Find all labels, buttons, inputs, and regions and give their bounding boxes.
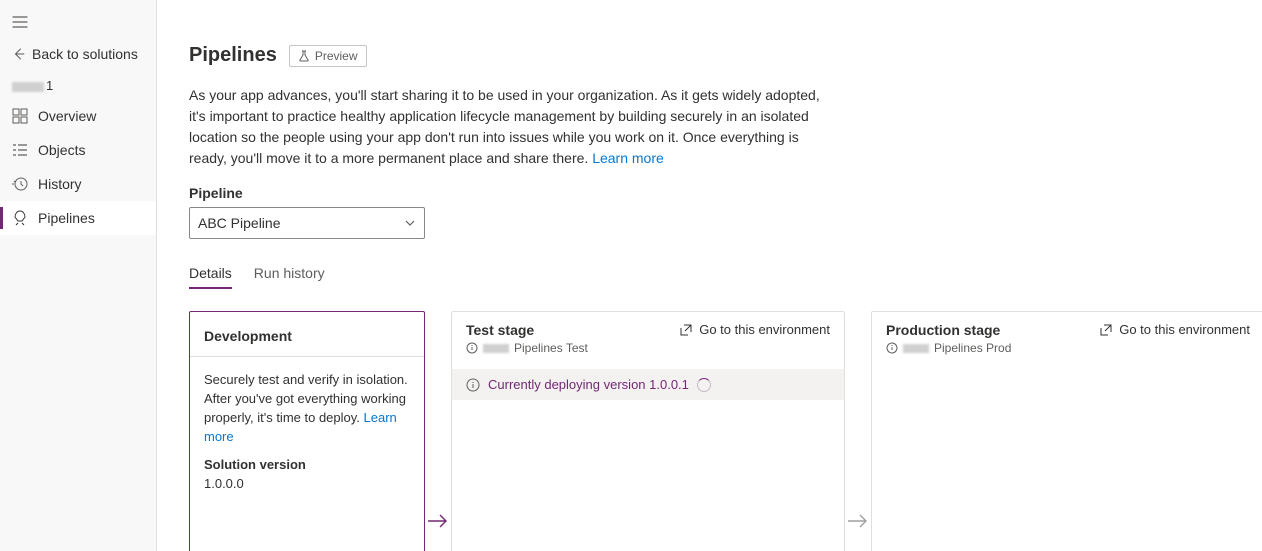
prod-env-name: Pipelines Prod [934, 341, 1011, 355]
sidebar-item-overview[interactable]: Overview [0, 99, 156, 133]
dev-body: Securely test and verify in isolation. A… [190, 357, 424, 508]
goto-label: Go to this environment [699, 322, 830, 337]
arrow-left-icon [12, 47, 26, 61]
goto-environment-link[interactable]: Go to this environment [679, 322, 830, 337]
sidebar-item-label: Overview [38, 108, 96, 124]
grid-icon [12, 108, 28, 124]
solution-suffix: 1 [46, 78, 53, 93]
pipeline-dropdown[interactable]: ABC Pipeline [189, 207, 425, 239]
sidebar-item-objects[interactable]: Objects [0, 133, 156, 167]
stage-card-production: Production stage Pipelines Prod Go to th… [871, 311, 1262, 551]
main-content: Pipelines Preview As your app advances, … [157, 0, 1262, 551]
prod-card-head: Production stage Pipelines Prod Go to th… [872, 312, 1262, 361]
rocket-icon [12, 210, 28, 226]
solution-version-label: Solution version [204, 456, 410, 475]
goto-label: Go to this environment [1119, 322, 1250, 337]
tab-run-history[interactable]: Run history [254, 265, 325, 289]
prod-title: Production stage [886, 322, 1011, 338]
open-icon [679, 323, 693, 337]
stage-card-test: Test stage Pipelines Test Go to this env… [451, 311, 845, 551]
sidebar-item-history[interactable]: History [0, 167, 156, 201]
info-icon [886, 342, 898, 354]
back-to-solutions[interactable]: Back to solutions [0, 36, 156, 72]
sidebar-item-pipelines[interactable]: Pipelines [0, 201, 156, 235]
hamburger-menu[interactable] [0, 8, 156, 36]
open-icon [1099, 323, 1113, 337]
redacted-text [483, 344, 509, 353]
prod-env-line: Pipelines Prod [886, 341, 1011, 355]
sidebar-item-label: History [38, 176, 82, 192]
chevron-down-icon [404, 217, 416, 229]
info-icon [466, 342, 478, 354]
back-label: Back to solutions [32, 46, 138, 62]
stages-row: Development Securely test and verify in … [189, 311, 1262, 551]
status-text: Currently deploying version 1.0.0.1 [488, 377, 689, 392]
info-icon [466, 378, 480, 392]
tab-details[interactable]: Details [189, 265, 232, 289]
dev-title: Development [204, 328, 410, 344]
hamburger-icon [12, 14, 28, 30]
preview-badge: Preview [289, 45, 367, 67]
test-card-head: Test stage Pipelines Test Go to this env… [452, 312, 844, 361]
sidebar-item-label: Pipelines [38, 210, 95, 226]
arrow-right-icon [426, 509, 450, 533]
pipeline-selected: ABC Pipeline [198, 215, 281, 231]
list-icon [12, 142, 28, 158]
solution-name: 1 [0, 72, 156, 99]
history-icon [12, 176, 28, 192]
stage-arrow [845, 311, 871, 551]
page-header: Pipelines Preview [189, 44, 1262, 67]
learn-more-link[interactable]: Learn more [592, 150, 664, 166]
redacted-text [903, 344, 929, 353]
spinner-icon [697, 378, 711, 392]
pipeline-field-label: Pipeline [189, 185, 1262, 201]
sidebar-item-label: Objects [38, 142, 85, 158]
arrow-right-icon [846, 509, 870, 533]
test-title: Test stage [466, 322, 588, 338]
stage-card-development: Development Securely test and verify in … [189, 311, 425, 551]
deploying-status-bar: Currently deploying version 1.0.0.1 [452, 369, 844, 400]
test-env-line: Pipelines Test [466, 341, 588, 355]
preview-label: Preview [315, 49, 358, 63]
test-env-name: Pipelines Test [514, 341, 588, 355]
page-title: Pipelines [189, 44, 277, 67]
page-description: As your app advances, you'll start shari… [189, 85, 829, 169]
solution-version-value: 1.0.0.0 [204, 475, 410, 494]
beaker-icon [298, 50, 310, 62]
tabs: Details Run history [189, 265, 1262, 289]
dev-card-head: Development [190, 312, 424, 357]
redacted-text [12, 82, 44, 92]
sidebar: Back to solutions 1 Overview Objects His… [0, 0, 157, 551]
goto-environment-link[interactable]: Go to this environment [1099, 322, 1250, 337]
description-text: As your app advances, you'll start shari… [189, 87, 820, 166]
stage-arrow [425, 311, 451, 551]
